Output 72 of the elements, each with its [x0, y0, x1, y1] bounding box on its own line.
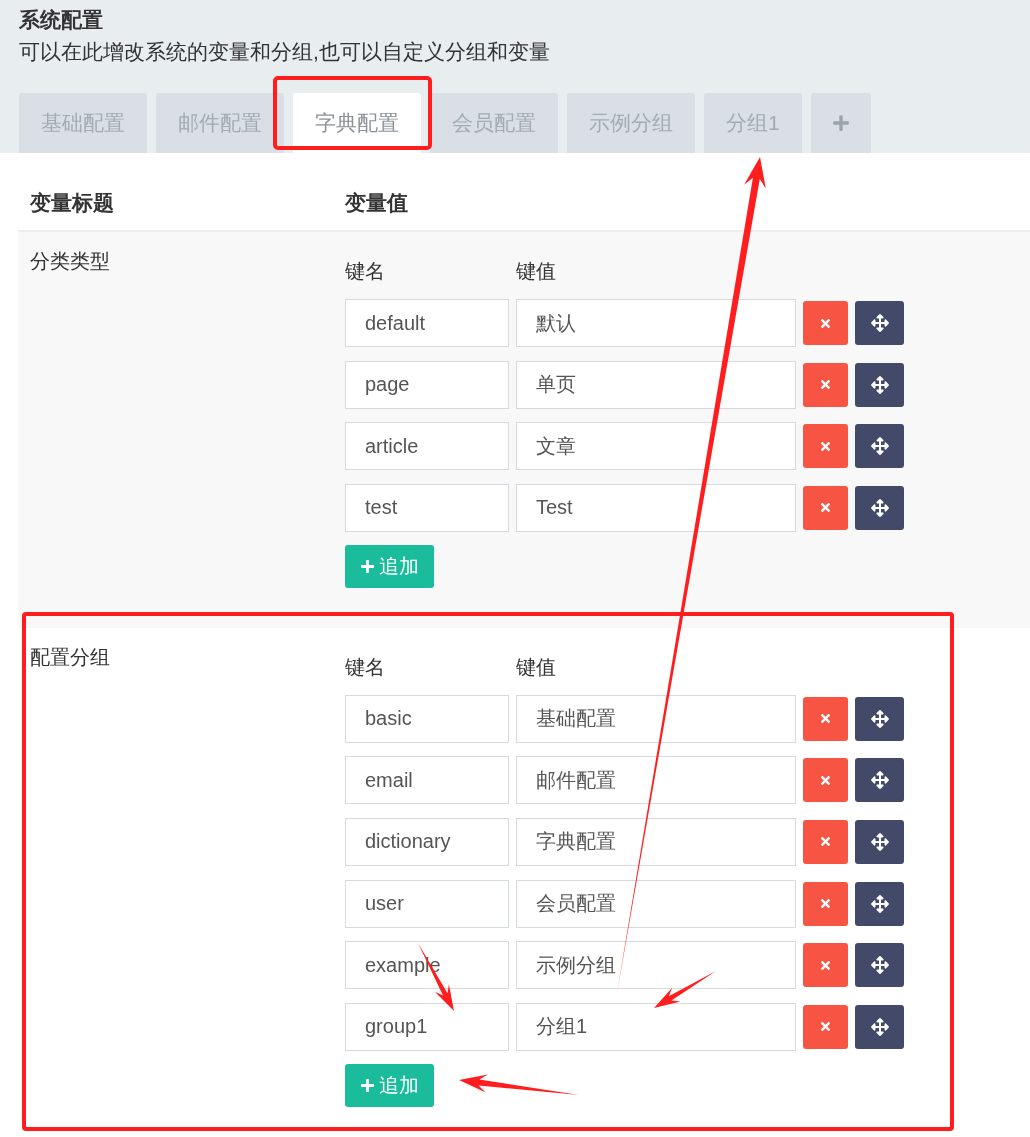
move-icon [870, 1017, 889, 1036]
key-input[interactable]: basic [345, 694, 509, 743]
value-input[interactable]: 默认 [516, 299, 796, 347]
move-button[interactable] [855, 362, 904, 407]
move-button[interactable] [855, 943, 904, 988]
column-header: 变量标题 [30, 191, 114, 214]
move-icon [870, 771, 889, 790]
value-input[interactable]: 基础配置 [516, 694, 796, 743]
move-button[interactable] [855, 1004, 904, 1049]
cross-icon [819, 1020, 832, 1034]
move-button[interactable] [855, 301, 904, 345]
move-button[interactable] [855, 424, 904, 469]
plus-icon [360, 558, 375, 574]
delete-button[interactable] [803, 881, 848, 926]
cross-icon [819, 501, 832, 515]
value-input[interactable]: 字典配置 [516, 817, 796, 866]
move-button[interactable] [855, 485, 904, 530]
delete-button[interactable] [803, 362, 848, 407]
key-input[interactable]: user [345, 879, 509, 928]
move-button[interactable] [855, 819, 904, 864]
value-input[interactable]: 文章 [516, 422, 796, 471]
move-icon [870, 375, 889, 394]
cross-icon [819, 378, 832, 392]
value-input[interactable]: 单页 [516, 360, 796, 409]
field-label: 键名 [345, 655, 385, 678]
delete-button[interactable] [803, 485, 848, 530]
field-label: 键值 [516, 654, 556, 680]
move-icon [870, 894, 889, 913]
delete-button[interactable] [803, 1004, 848, 1049]
variable-title: 配置分组 [30, 645, 110, 668]
move-icon [870, 498, 889, 517]
delete-button[interactable] [803, 696, 848, 741]
key-input[interactable]: group1 [345, 1002, 509, 1051]
page-description: 可以在此增改系统的变量和分组,也可以自定义分组和变量 [19, 39, 550, 65]
cross-icon [819, 439, 832, 453]
key-input[interactable]: test [345, 483, 509, 532]
move-button[interactable] [855, 758, 904, 803]
value-input[interactable]: 会员配置 [516, 879, 796, 928]
cross-icon [819, 712, 832, 726]
key-input[interactable]: default [345, 299, 509, 347]
field-label: 键值 [516, 259, 556, 284]
column-header: 变量值 [345, 191, 408, 214]
delete-button[interactable] [803, 301, 848, 345]
delete-button[interactable] [803, 424, 848, 469]
move-button[interactable] [855, 696, 904, 741]
move-icon [870, 437, 889, 456]
delete-button[interactable] [803, 943, 848, 988]
value-input[interactable]: 示例分组 [516, 941, 796, 990]
field-label: 键名 [345, 260, 385, 282]
move-button[interactable] [855, 881, 904, 926]
cross-icon [819, 897, 832, 911]
cross-icon [819, 316, 832, 330]
delete-button[interactable] [803, 758, 848, 803]
move-icon [870, 314, 889, 332]
plus-icon [831, 114, 850, 132]
move-icon [870, 956, 889, 975]
value-input[interactable]: Test [516, 483, 796, 532]
value-input[interactable]: 邮件配置 [516, 756, 796, 805]
variable-title: 分类类型 [30, 250, 110, 272]
move-icon [870, 709, 889, 728]
move-icon [870, 832, 889, 851]
delete-button[interactable] [803, 819, 848, 864]
cross-icon [819, 835, 832, 849]
key-input[interactable]: article [345, 422, 509, 471]
plus-icon [360, 1077, 375, 1093]
key-input[interactable]: dictionary [345, 817, 509, 866]
key-input[interactable]: email [345, 756, 509, 805]
page-title: 系统配置 [19, 7, 103, 33]
cross-icon [819, 773, 832, 787]
value-input[interactable]: 分组1 [516, 1002, 796, 1051]
cross-icon [819, 958, 832, 972]
key-input[interactable]: page [345, 360, 509, 409]
